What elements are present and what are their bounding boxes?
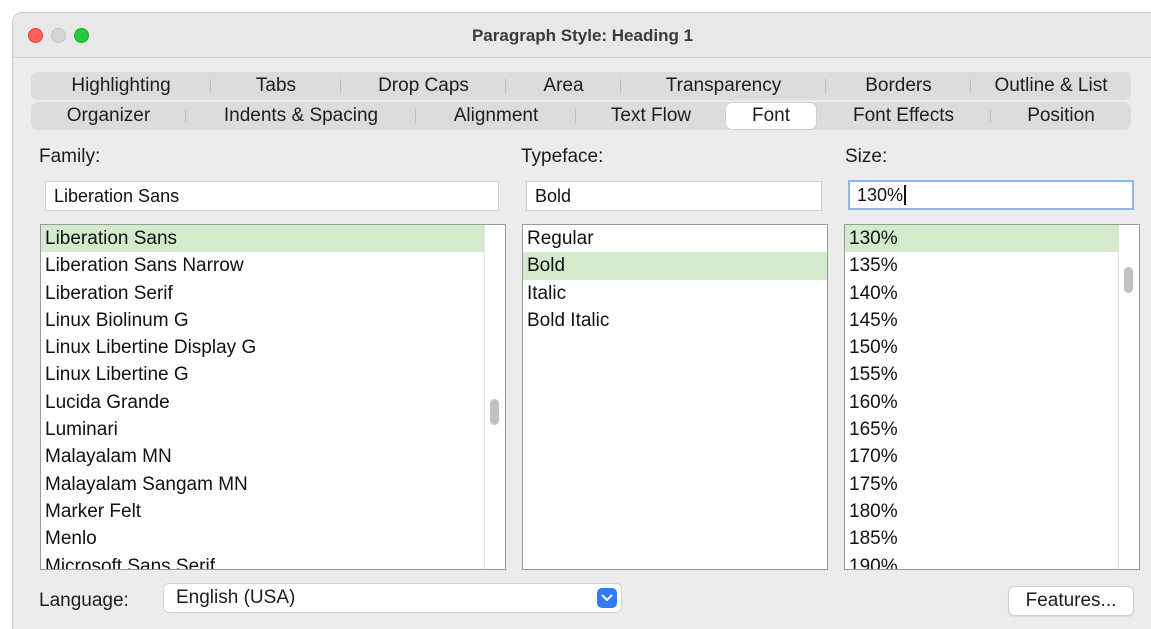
title-bar: Paragraph Style: Heading 1 xyxy=(13,13,1151,58)
list-item[interactable]: Bold Italic xyxy=(523,307,827,334)
typeface-list[interactable]: Regular Bold Italic Bold Italic xyxy=(522,224,828,570)
tab-highlighting[interactable]: Highlighting xyxy=(31,72,211,100)
features-button[interactable]: Features... xyxy=(1008,586,1134,616)
tab-position[interactable]: Position xyxy=(991,102,1131,130)
family-label: Family: xyxy=(39,146,101,167)
tab-font-effects[interactable]: Font Effects xyxy=(816,102,991,130)
list-item[interactable]: 170% xyxy=(845,443,1139,470)
tab-area[interactable]: Area xyxy=(506,72,621,100)
size-list-scroll-thumb[interactable] xyxy=(1124,267,1133,293)
family-list-scroll-thumb[interactable] xyxy=(490,399,499,425)
list-item[interactable]: Microsoft Sans Serif xyxy=(41,553,505,569)
family-list-items: Liberation Sans Liberation Sans Narrow L… xyxy=(41,225,505,569)
family-list[interactable]: Liberation Sans Liberation Sans Narrow L… xyxy=(40,224,506,570)
tab-outline-list[interactable]: Outline & List xyxy=(971,72,1131,100)
size-input-text: 130% xyxy=(857,185,904,205)
chevron-down-icon[interactable] xyxy=(597,588,617,608)
family-list-scrollbar[interactable] xyxy=(484,225,505,569)
tab-row-1: Highlighting Tabs Drop Caps Area Transpa… xyxy=(31,72,1131,100)
tab-indents-spacing[interactable]: Indents & Spacing xyxy=(186,102,416,130)
tab-text-flow[interactable]: Text Flow xyxy=(576,102,726,130)
family-input[interactable]: Liberation Sans xyxy=(45,181,499,211)
typeface-label: Typeface: xyxy=(521,146,604,167)
typeface-input[interactable]: Bold xyxy=(526,181,822,211)
list-item[interactable]: 180% xyxy=(845,498,1139,525)
paragraph-style-dialog: Paragraph Style: Heading 1 Highlighting … xyxy=(12,12,1151,629)
list-item[interactable]: Liberation Sans Narrow xyxy=(41,252,505,279)
list-item[interactable]: 190% xyxy=(845,553,1139,569)
language-select-value: English (USA) xyxy=(176,587,296,608)
list-item[interactable]: Liberation Sans xyxy=(41,225,485,253)
list-item[interactable]: Malayalam MN xyxy=(41,443,505,470)
tab-borders[interactable]: Borders xyxy=(826,72,971,100)
list-item[interactable]: 150% xyxy=(845,334,1139,361)
tab-row-2: Organizer Indents & Spacing Alignment Te… xyxy=(31,102,1131,130)
tab-tabs[interactable]: Tabs xyxy=(211,72,341,100)
language-label: Language: xyxy=(39,590,129,611)
list-item[interactable]: 140% xyxy=(845,280,1139,307)
list-item[interactable]: 130% xyxy=(845,225,1119,253)
size-input[interactable]: 130% xyxy=(848,180,1134,210)
window-title: Paragraph Style: Heading 1 xyxy=(471,26,694,45)
tab-alignment[interactable]: Alignment xyxy=(416,102,576,130)
list-item[interactable]: Linux Biolinum G xyxy=(41,307,505,334)
list-item[interactable]: Regular xyxy=(523,225,827,252)
list-item[interactable]: 155% xyxy=(845,361,1139,388)
size-label: Size: xyxy=(845,146,888,167)
list-item[interactable]: 145% xyxy=(845,307,1139,334)
size-list-scrollbar[interactable] xyxy=(1118,225,1139,569)
text-caret xyxy=(904,185,907,205)
list-item[interactable]: Luminari xyxy=(41,416,505,443)
list-item[interactable]: Linux Libertine G xyxy=(41,361,505,388)
list-item[interactable]: Lucida Grande xyxy=(41,389,505,416)
list-item[interactable]: 135% xyxy=(845,252,1139,279)
list-item[interactable]: Bold xyxy=(523,252,827,280)
list-item[interactable]: Linux Libertine Display G xyxy=(41,334,505,361)
list-item[interactable]: Liberation Serif xyxy=(41,280,505,307)
language-select[interactable]: English (USA) xyxy=(163,583,622,613)
list-item[interactable]: 165% xyxy=(845,416,1139,443)
list-item[interactable]: 175% xyxy=(845,471,1139,498)
tab-organizer[interactable]: Organizer xyxy=(31,102,186,130)
list-item[interactable]: Marker Felt xyxy=(41,498,505,525)
size-list-items: 130% 135% 140% 145% 150% 155% 160% 165% … xyxy=(845,225,1139,569)
list-item[interactable]: 160% xyxy=(845,389,1139,416)
list-item[interactable]: Malayalam Sangam MN xyxy=(41,471,505,498)
list-item[interactable]: 185% xyxy=(845,525,1139,552)
list-item[interactable]: Italic xyxy=(523,280,827,307)
size-list[interactable]: 130% 135% 140% 145% 150% 155% 160% 165% … xyxy=(844,224,1140,570)
tab-transparency[interactable]: Transparency xyxy=(621,72,826,100)
tab-font[interactable]: Font xyxy=(726,103,816,129)
list-item[interactable]: Menlo xyxy=(41,525,505,552)
tab-drop-caps[interactable]: Drop Caps xyxy=(341,72,506,100)
